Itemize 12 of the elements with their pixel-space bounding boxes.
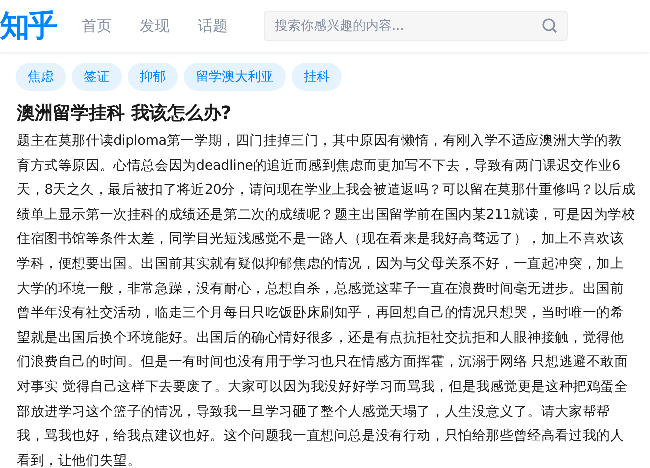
search-field[interactable]: 搜索你感兴趣的内容...	[264, 11, 568, 41]
nav-link[interactable]: 首页	[82, 16, 112, 36]
topic-tag[interactable]: 挂科	[292, 63, 342, 91]
topic-tag[interactable]: 焦虑	[16, 63, 66, 91]
topic-tag[interactable]: 抑郁	[128, 63, 178, 91]
topic-tag[interactable]: 签证	[72, 63, 122, 91]
question-title: 澳洲留学挂科 我该怎么办?	[17, 102, 233, 126]
nav-link[interactable]: 发现	[140, 16, 170, 36]
nav-link[interactable]: 话题	[198, 16, 228, 36]
question-body: 题主在莫那什读diploma第一学期，四门挂掉三门，其中原因有懒惰，有刚入学不适应澳洲大学的教育方式等原因。心情总会因为deadline的追近而感到焦虑而更加写不下去，导致有两门课迟交作业6天，8天之久，最后被扣了将近20分，请问现在学业上我会被遣返吗？可以留在莫那什重修吗？以后成绩单上显示第一次挂科的成绩还是第二次的成绩呢？题主出国留学前在国内某211就读，可是因为学校住宿图书馆等条件太差，同学目光短浅感觉不是一路人（现在看来是我好高骛远了），加上不喜欢该学科，便想要出国。出国前其实就有疑似抑郁焦虑的情况，因为与父母关系不好，一直起冲突，加上大学的环境一般，非常急躁，没有耐心，总想自杀，总感觉这辈子一直在浪费时间毫无进步。出国前曾半年没有社交活动，临走三个月每日只吃饭卧床刷知乎，再回想自己的情况只想哭，当时唯一的希望就是出国后换个环境能好。出国后的确心情好很多，还是有点抗拒社交抗拒和人眼神接触，觉得他们浪费自己的时间。但是一有时间也没有用于学习也只在情感方面挥霍，沉溺于网络 只想逃避不敢面对事实 觉得自己这样下去要废了。大家可以因为我没好好学习而骂我，但是我感觉更是这种把鸡蛋全部放进学习这个篮子的情况，导致我一旦学习砸了整个人感觉天塌了，人生没意义了。请大家帮帮我，骂我也好，给我点建议也好。这个问题我一直想问总是没有行动，只怕给那些曾经高看过我的人看到，让他们失望。	[17, 132, 636, 468]
search-icon[interactable]	[542, 18, 558, 34]
topic-tag[interactable]: 留学澳大利亚	[184, 63, 286, 91]
